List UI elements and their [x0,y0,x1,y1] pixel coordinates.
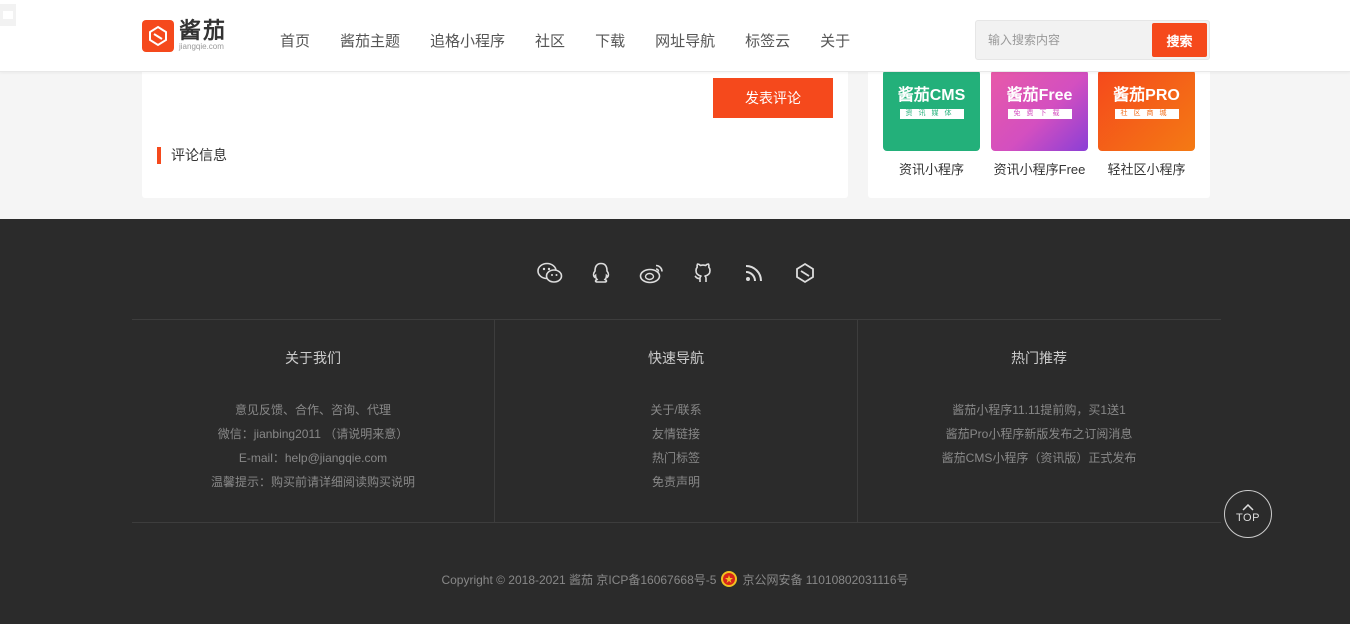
logo-name: 酱茄 [179,18,228,43]
app-image-free: 酱茄Free 免费下载 [991,70,1088,151]
nav-item-themes[interactable]: 酱茄主题 [340,30,400,51]
copyright-icp[interactable]: Copyright © 2018-2021 酱茄 京ICP备16067668号-… [441,571,716,588]
app-label: 资讯小程序 [898,162,964,177]
site-header: 酱茄 jiangqie.com 首页 酱茄主题 追格小程序 社区 下载 网址导航… [0,0,1350,72]
footer-link[interactable]: 温馨提示：购买前请详细阅读购买说明 [132,470,494,494]
app-image-title: 酱茄CMS [897,87,966,104]
app-image-pro: 酱茄PRO 社区商城 [1098,70,1195,151]
site-logo[interactable]: 酱茄 jiangqie.com [142,20,227,52]
github-icon[interactable] [690,262,716,284]
social-links [537,262,843,284]
post-comment-button[interactable]: 发表评论 [713,78,833,118]
app-image-cms: 酱茄CMS 资讯媒体 [883,70,980,151]
comment-section-title: 评论信息 [157,147,227,164]
footer-link[interactable]: E-mail：help@jiangqie.com [132,446,494,470]
footer-divider-bottom [132,522,1221,523]
footer-col-hot: 热门推荐 酱茄小程序11.11提前购，买1送1 酱茄Pro小程序新版发布之订阅消… [858,348,1220,470]
app-label: 轻社区小程序 [1107,162,1186,177]
footer-link[interactable]: 免责声明 [495,470,857,494]
footer-link[interactable]: 酱茄小程序11.11提前购，买1送1 [858,398,1220,422]
app-promo-free[interactable]: 酱茄Free 免费下载 资讯小程序Free [991,70,1088,178]
qq-icon[interactable] [588,262,614,284]
nav-item-tags[interactable]: 标签云 [745,30,790,51]
nav-item-home[interactable]: 首页 [280,30,310,51]
rss-icon[interactable] [741,262,767,284]
footer-divider-top [132,319,1221,320]
copyright: Copyright © 2018-2021 酱茄 京ICP备16067668号-… [0,570,1350,588]
footer-link[interactable]: 微信：jianbing2011 （请说明来意） [132,422,494,446]
nav-item-miniprogram[interactable]: 追格小程序 [430,30,505,51]
main-nav: 首页 酱茄主题 追格小程序 社区 下载 网址导航 标签云 关于 [280,30,880,51]
app-image-subtitle: 社区商城 [1114,109,1179,119]
jiangqie-icon[interactable] [792,262,818,284]
footer-link[interactable]: 关于/联系 [495,398,857,422]
app-image-title: 酱茄Free [1006,87,1073,104]
app-promo-pro[interactable]: 酱茄PRO 社区商城 轻社区小程序 [1098,70,1195,178]
footer-col-title: 关于我们 [285,350,341,366]
back-to-top-button[interactable]: TOP [1224,490,1272,538]
app-image-subtitle: 免费下载 [1007,109,1072,119]
logo-domain: jiangqie.com [179,42,224,51]
weibo-icon[interactable] [639,262,665,284]
footer-link[interactable]: 意见反馈、合作、咨询、代理 [132,398,494,422]
nav-item-about[interactable]: 关于 [820,30,850,51]
app-image-title: 酱茄PRO [1113,87,1180,104]
footer-link[interactable]: 酱茄CMS小程序（资讯版）正式发布 [858,446,1220,470]
footer-col-title: 快速导航 [648,350,704,366]
copyright-police[interactable]: 京公网安备 11010802031116号 [742,571,908,588]
back-to-top-label: TOP [1236,512,1260,524]
app-image-subtitle: 资讯媒体 [899,109,964,119]
footer-col-about: 关于我们 意见反馈、合作、咨询、代理 微信：jianbing2011 （请说明来… [132,348,494,494]
footer-link[interactable]: 酱茄Pro小程序新版发布之订阅消息 [858,422,1220,446]
logo-icon [142,20,174,52]
search-box: 搜索 [975,20,1210,60]
nav-item-download[interactable]: 下载 [595,30,625,51]
corner-toggle-button[interactable] [0,4,16,26]
search-button[interactable]: 搜索 [1152,23,1207,57]
footer-link[interactable]: 热门标签 [495,446,857,470]
app-promo-cms[interactable]: 酱茄CMS 资讯媒体 资讯小程序 [883,70,980,178]
police-badge-icon [720,570,738,588]
search-input[interactable] [976,21,1151,59]
wechat-icon[interactable] [537,262,563,284]
footer-col-title: 热门推荐 [1011,350,1067,366]
app-label: 资讯小程序Free [993,162,1086,177]
nav-item-community[interactable]: 社区 [535,30,565,51]
nav-item-sites[interactable]: 网址导航 [655,30,715,51]
chevron-up-icon [1242,504,1254,511]
footer-col-nav: 快速导航 关于/联系 友情链接 热门标签 免责声明 [495,348,857,494]
footer-link[interactable]: 友情链接 [495,422,857,446]
